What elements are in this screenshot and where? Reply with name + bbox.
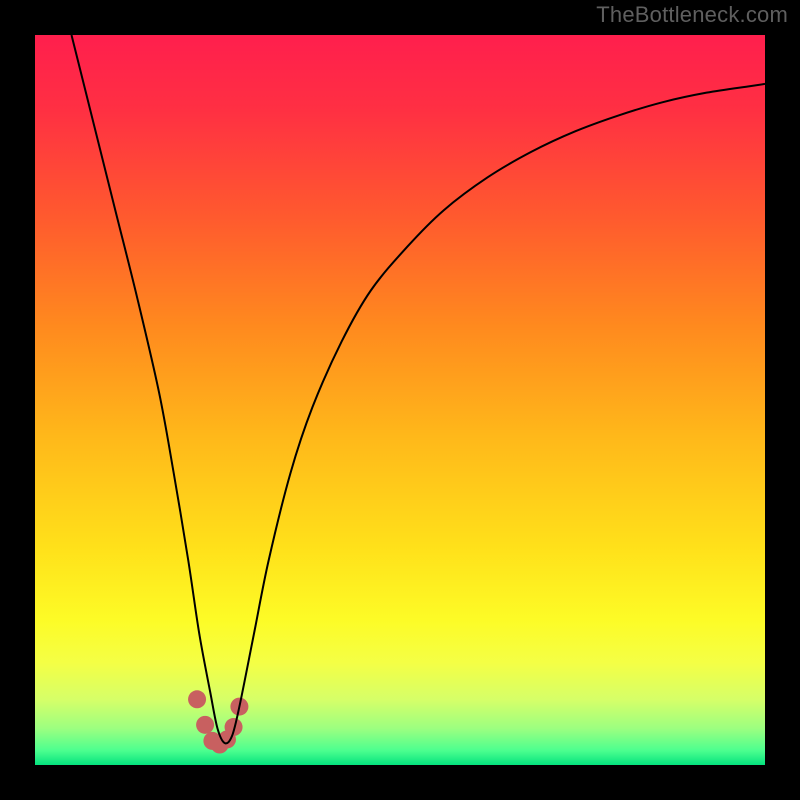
plot-area: [35, 35, 765, 765]
chart-frame: TheBottleneck.com: [0, 0, 800, 800]
watermark-text: TheBottleneck.com: [596, 2, 788, 28]
bottleneck-curve: [72, 35, 766, 743]
trough-marker: [188, 690, 248, 753]
curve-layer: [35, 35, 765, 765]
